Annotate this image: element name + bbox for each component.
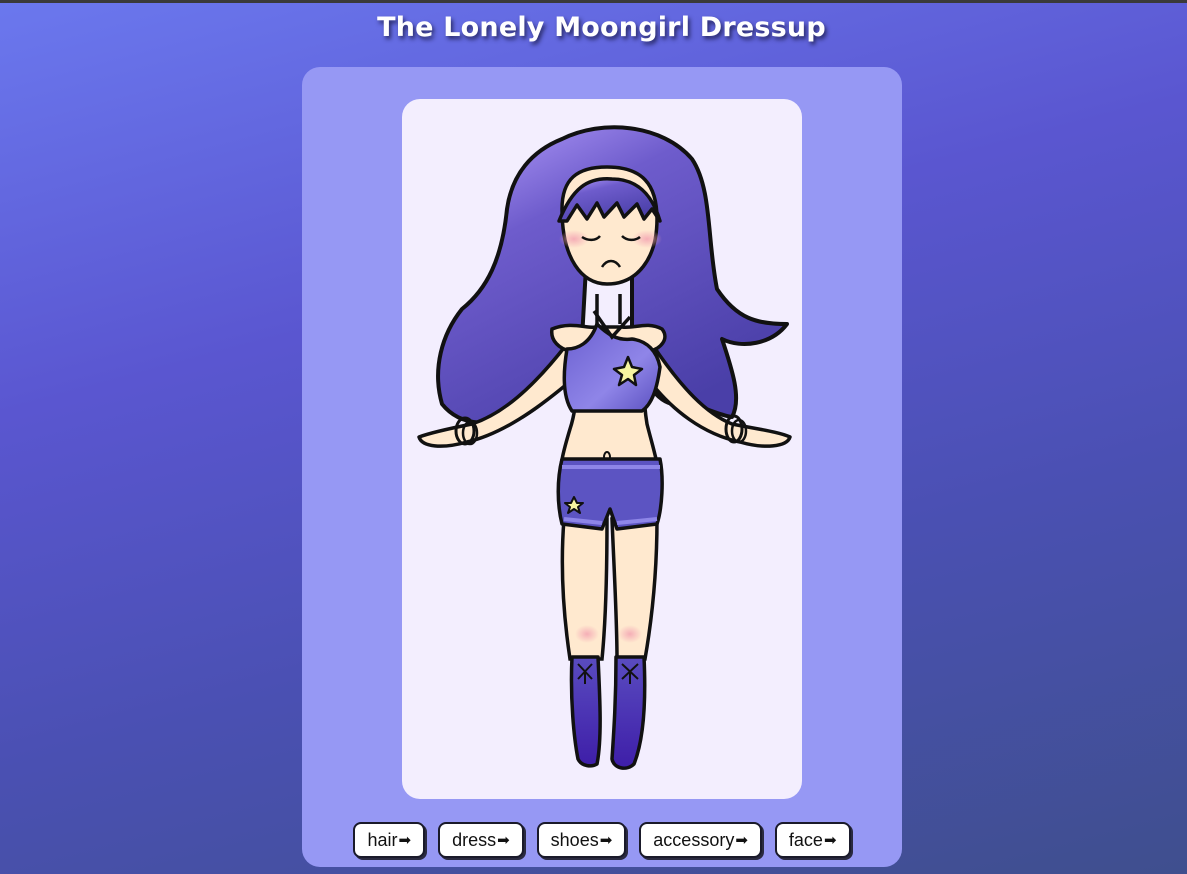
legs (560, 517, 659, 661)
right-arrow-icon: ➡ (398, 831, 412, 849)
character-figure (417, 125, 792, 770)
accessory-button[interactable]: accessory ➡ (639, 822, 762, 858)
right-arrow-icon: ➡ (735, 831, 748, 849)
shoes-button-label: shoes (550, 829, 599, 850)
dress-button-label: dress (452, 829, 497, 850)
dress-button[interactable]: dress ➡ (438, 822, 524, 858)
right-arrow-icon: ➡ (823, 831, 837, 849)
right-arrow-icon: ➡ (599, 831, 613, 849)
right-arrow-icon: ➡ (497, 831, 510, 849)
dressup-panel: hair ➡ dress ➡ shoes ➡ accessory ➡ face ➡ (302, 67, 902, 867)
face-button-label: face (788, 829, 823, 850)
boots (569, 655, 647, 770)
shoes-button[interactable]: shoes ➡ (536, 822, 627, 858)
hair-button[interactable]: hair ➡ (353, 822, 426, 858)
hair-button-label: hair (367, 829, 398, 850)
face-button[interactable]: face ➡ (774, 822, 851, 858)
window-top-border (0, 0, 1187, 3)
character-stage (402, 99, 802, 799)
accessory-button-label: accessory (653, 829, 735, 850)
dress-shorts (556, 457, 664, 531)
category-controls: hair ➡ dress ➡ shoes ➡ accessory ➡ face ➡ (302, 822, 902, 858)
page-title: The Lonely Moongirl Dressup (377, 12, 826, 43)
